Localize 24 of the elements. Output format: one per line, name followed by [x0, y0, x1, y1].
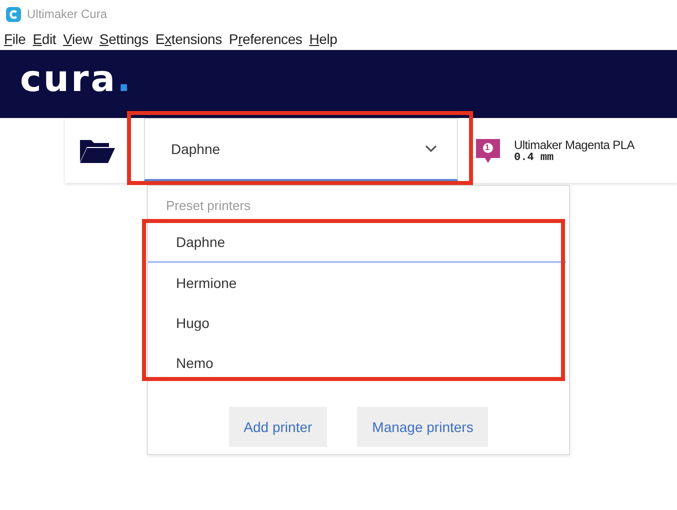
menu-item[interactable]: View [63, 31, 92, 47]
popup-button[interactable]: Add printer [228, 407, 328, 447]
folder-icon[interactable] [79, 138, 115, 164]
app-icon [6, 6, 21, 22]
extruder-number: 1 [485, 142, 490, 154]
material-name: Ultimaker Magenta PLA [514, 138, 634, 152]
window-title: Ultimaker Cura [27, 7, 108, 21]
caret-icon [425, 145, 437, 153]
printer-item[interactable]: Hermione [148, 263, 566, 303]
menu-item[interactable]: Edit [32, 31, 56, 47]
printer-dropdown[interactable]: Daphne [144, 118, 458, 181]
nozzle-size: 0.4 mm [514, 152, 555, 164]
material-icon [476, 136, 500, 164]
printer-item[interactable]: Daphne [148, 223, 566, 263]
menu-item[interactable]: Extensions [155, 31, 222, 47]
section-heading: Preset printers [165, 197, 252, 215]
printer-item[interactable]: Hugo [148, 303, 566, 343]
menu-item[interactable]: Help [309, 31, 338, 47]
menu-item[interactable]: Preferences [228, 31, 302, 47]
menu-item[interactable]: File [4, 31, 26, 47]
cura-logo: cura. [20, 60, 133, 100]
printer-item[interactable]: Nemo [148, 343, 566, 383]
menu-item[interactable]: Settings [99, 31, 148, 47]
popup-button[interactable]: Manage printers [357, 407, 488, 447]
